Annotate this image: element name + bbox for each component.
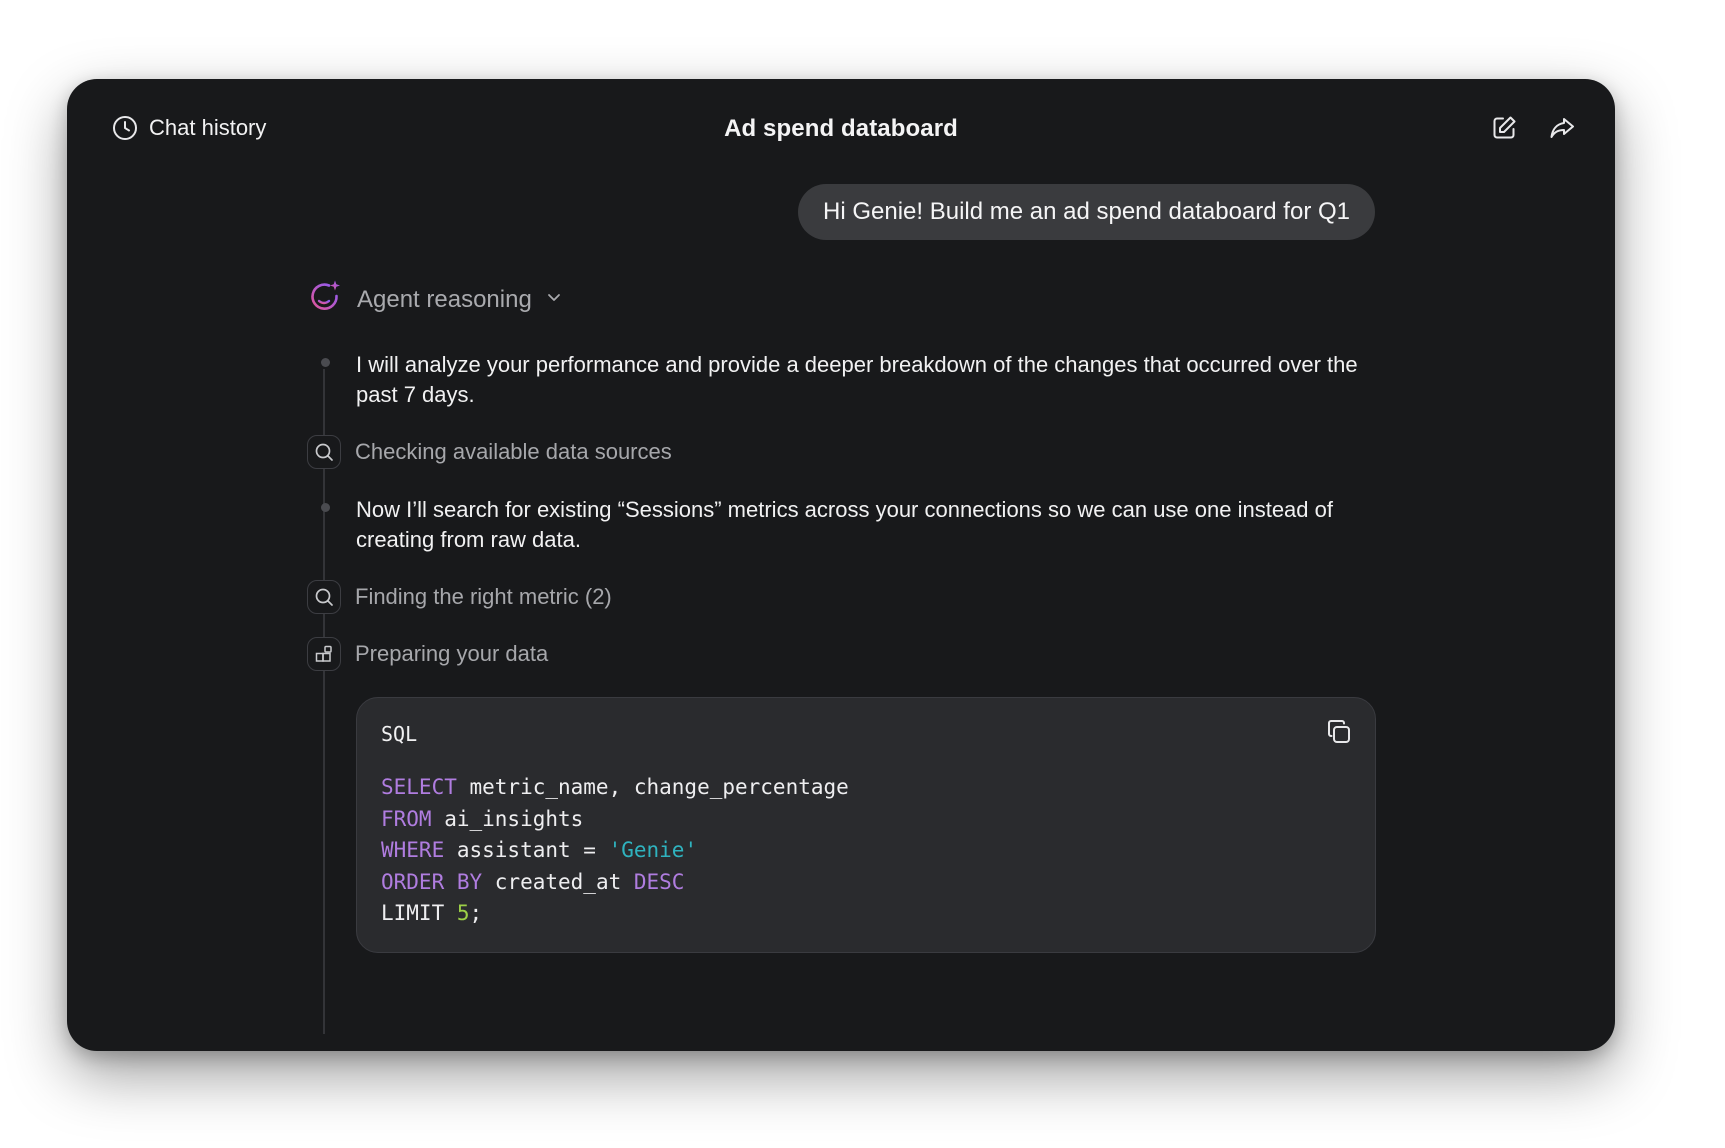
code-line: LIMIT 5;: [381, 898, 849, 930]
code-line: FROM ai_insights: [381, 804, 849, 836]
share-button[interactable]: [1547, 115, 1577, 145]
reasoning-step-checking-sources: Checking available data sources: [307, 435, 672, 469]
data-blocks-icon: [307, 637, 341, 671]
agent-reasoning-toggle[interactable]: Agent reasoning: [307, 279, 562, 320]
code-token-str: 'Genie': [608, 838, 698, 862]
code-token-plain: assistant =: [444, 838, 609, 862]
reasoning-step-text-content: I will analyze your performance and prov…: [356, 352, 1358, 407]
agent-reasoning-label: Agent reasoning: [357, 285, 532, 313]
code-token-kw: SELECT: [381, 775, 457, 799]
timeline-dot: [307, 350, 343, 374]
reasoning-step-text-content: Now I’ll search for existing “Sessions” …: [356, 497, 1333, 552]
code-language-label: SQL: [381, 722, 418, 746]
reasoning-step-finding-metric: Finding the right metric (2): [307, 580, 612, 614]
share-icon: [1548, 114, 1576, 147]
reasoning-step-label: Preparing your data: [355, 641, 549, 666]
edit-icon: [1490, 114, 1518, 147]
copy-code-button[interactable]: [1323, 718, 1355, 750]
user-message-bubble: Hi Genie! Build me an ad spend databoard…: [798, 184, 1375, 240]
app-window: Chat history Ad spend databoard Hi Genie…: [67, 79, 1615, 1051]
code-token-kw: DESC: [633, 869, 685, 894]
code-token-kw: ORDER BY: [381, 869, 483, 894]
code-token-plain: metric_name, change_percentage: [456, 775, 849, 799]
reasoning-step-text: Now I’ll search for existing “Sessions” …: [307, 495, 1386, 555]
reasoning-step-label: Finding the right metric (2): [355, 584, 612, 609]
sql-code-block: SQL SELECT metric_name, change_percentag…: [356, 697, 1376, 953]
code-token-plain: ai_insights: [431, 806, 584, 831]
search-icon: [307, 435, 341, 469]
edit-button[interactable]: [1489, 115, 1519, 145]
code-line: WHERE assistant = 'Genie': [381, 835, 849, 867]
top-bar: Chat history Ad spend databoard: [67, 79, 1615, 183]
code-token-plain: created_at: [482, 869, 634, 894]
code-line: ORDER BY created_at DESC: [381, 867, 849, 899]
timeline-dot: [307, 495, 343, 519]
code-token-num: 5: [456, 901, 470, 925]
chevron-down-icon: [546, 289, 562, 310]
code-token-plain: LIMIT: [381, 901, 457, 925]
code-token-kw: FROM: [381, 806, 432, 831]
reasoning-step-preparing-data: Preparing your data: [307, 637, 548, 671]
genie-sparkle-icon: [307, 279, 343, 320]
page-title: Ad spend databoard: [724, 115, 958, 142]
reasoning-step-text: I will analyze your performance and prov…: [307, 350, 1386, 410]
code-line: SELECT metric_name, change_percentage: [381, 772, 849, 804]
copy-icon: [1325, 718, 1353, 751]
code-token-kw: WHERE: [381, 838, 445, 862]
reasoning-step-label: Checking available data sources: [355, 439, 672, 464]
code-content: SELECT metric_name, change_percentage FRO…: [381, 772, 849, 930]
code-token-plain: ;: [469, 901, 483, 925]
search-icon: [307, 580, 341, 614]
header-actions: [1489, 115, 1577, 145]
